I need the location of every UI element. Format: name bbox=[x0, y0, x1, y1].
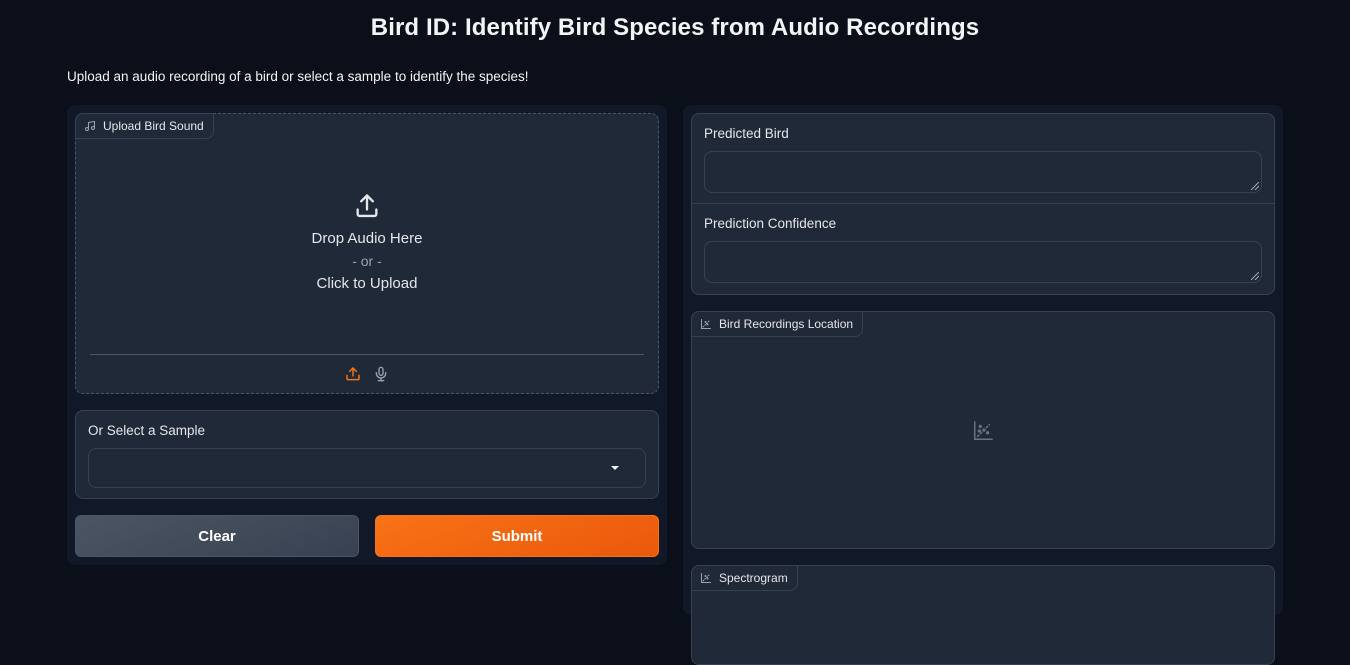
chevron-down-icon bbox=[611, 466, 619, 470]
spectrogram-plot-label: Spectrogram bbox=[691, 565, 798, 591]
confidence-field: Prediction Confidence bbox=[692, 204, 1274, 294]
spectrogram-plot-label-text: Spectrogram bbox=[719, 571, 788, 585]
source-selector bbox=[90, 354, 644, 392]
upload-icon bbox=[346, 366, 360, 380]
microphone-source-button[interactable] bbox=[372, 364, 390, 384]
confidence-label: Prediction Confidence bbox=[704, 216, 837, 231]
drop-zone[interactable]: Drop Audio Here - or - Click to Upload bbox=[76, 140, 658, 354]
output-panel: Predicted Bird Prediction Confidence Bir… bbox=[683, 105, 1283, 665]
audio-upload-label: Upload Bird Sound bbox=[75, 113, 214, 139]
sample-dropdown[interactable] bbox=[88, 448, 646, 488]
or-separator: - or - bbox=[352, 253, 382, 269]
page-title: Bird ID: Identify Bird Species from Audi… bbox=[370, 14, 980, 41]
sample-selector-label: Or Select a Sample bbox=[88, 423, 206, 438]
page-description: Upload an audio recording of a bird or s… bbox=[67, 69, 529, 84]
submit-button[interactable]: Submit bbox=[375, 515, 659, 557]
location-plot-label-text: Bird Recordings Location bbox=[719, 317, 854, 331]
scatter-plot-icon bbox=[701, 573, 711, 583]
click-to-upload-text[interactable]: Click to Upload bbox=[317, 275, 418, 292]
audio-upload-label-text: Upload Bird Sound bbox=[103, 119, 204, 133]
location-plot-label: Bird Recordings Location bbox=[691, 311, 864, 337]
clear-button[interactable]: Clear bbox=[75, 515, 359, 557]
location-plot: Bird Recordings Location bbox=[691, 311, 1275, 549]
resize-handle-icon[interactable] bbox=[1251, 182, 1259, 190]
upload-source-button[interactable] bbox=[344, 364, 362, 384]
predicted-bird-label: Predicted Bird bbox=[704, 126, 789, 141]
scatter-plot-icon bbox=[701, 319, 711, 329]
predicted-bird-field: Predicted Bird bbox=[692, 114, 1274, 204]
microphone-icon bbox=[375, 366, 387, 381]
predicted-bird-output[interactable] bbox=[704, 151, 1262, 193]
spectrogram-plot: Spectrogram bbox=[691, 565, 1275, 665]
input-panel: Upload Bird Sound Drop Audio Here - or -… bbox=[67, 105, 667, 565]
audio-upload[interactable]: Upload Bird Sound Drop Audio Here - or -… bbox=[75, 113, 659, 394]
sample-selector: Or Select a Sample bbox=[75, 410, 659, 499]
upload-icon bbox=[356, 194, 378, 218]
resize-handle-icon[interactable] bbox=[1251, 272, 1259, 280]
music-note-icon bbox=[85, 121, 95, 131]
drop-audio-text: Drop Audio Here bbox=[311, 230, 423, 247]
scatter-plot-icon bbox=[974, 421, 993, 440]
prediction-outputs: Predicted Bird Prediction Confidence bbox=[691, 113, 1275, 295]
confidence-output[interactable] bbox=[704, 241, 1262, 283]
